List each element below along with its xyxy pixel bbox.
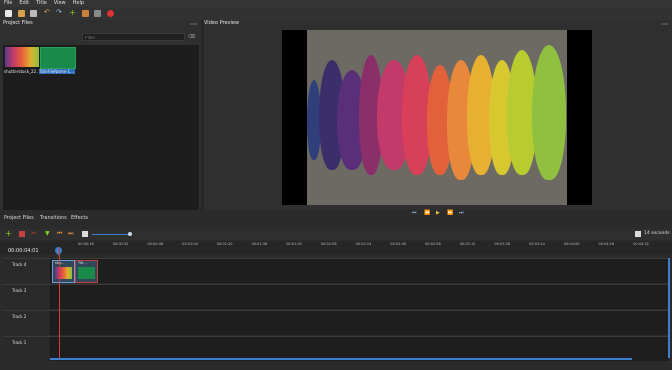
file-name-label[interactable]: shutterstock_22... [4, 69, 40, 74]
timeline-ruler[interactable]: 00:00:04:01 00:00:16 00:00:32 00:00:48 00:0… [0, 241, 672, 256]
ruler-tick-label: 00:02:56 [425, 242, 441, 246]
open-project-icon[interactable] [18, 10, 25, 17]
zoom-level-icon [635, 231, 641, 237]
menu-file[interactable]: File [4, 0, 12, 6]
file-thumbnail-title[interactable] [40, 47, 76, 69]
panel-float-icon[interactable]: ▭▭ [661, 21, 669, 26]
zoom-slider-handle[interactable] [128, 232, 132, 236]
bottom-tab-bar: Project Files Transitions Effects [0, 214, 200, 222]
panel-float-icon[interactable]: ▭▭ [190, 21, 198, 26]
ruler-tick-label: 00:03:44 [529, 242, 545, 246]
clip-thumbnail [55, 267, 72, 279]
jump-start-icon[interactable]: ⏮ [412, 210, 417, 216]
new-project-icon[interactable] [5, 10, 12, 17]
snap-icon[interactable]: ✂ [31, 231, 37, 237]
ruler-tick-label: 00:00:16 [78, 242, 94, 246]
timeline-toolbar: + ✂ ▼ ⏮ ⏭ 14 seconds [0, 229, 672, 240]
next-marker-icon[interactable]: ⏭ [68, 231, 74, 237]
profile-icon[interactable] [82, 10, 89, 17]
track-name-label: Track 1 [12, 340, 27, 345]
track-row: Track 2 [3, 310, 669, 335]
clip-thumbnail [78, 267, 95, 279]
menu-title[interactable]: Title [36, 0, 47, 6]
ruler-tick-label: 00:02:08 [320, 242, 337, 246]
fullscreen-icon[interactable] [94, 10, 101, 17]
track-name-label: Track 2 [12, 314, 27, 319]
menu-edit[interactable]: Edit [19, 0, 29, 6]
ruler-tick-label: 00:04:16 [598, 242, 615, 246]
rewind-icon[interactable]: ⏪ [424, 210, 430, 216]
menu-bar: File Edit Title View Help [0, 0, 672, 7]
export-video-icon[interactable] [107, 10, 114, 17]
track-header[interactable]: Track 3 [3, 285, 51, 309]
zoom-level-label: 14 seconds [644, 231, 670, 236]
track-header[interactable]: Track 2 [3, 311, 51, 335]
track-header[interactable]: Track 1 [3, 337, 51, 361]
track-name-label: Track 4 [12, 262, 27, 267]
play-icon[interactable]: ▶ [436, 210, 440, 216]
menu-help[interactable]: Help [73, 0, 84, 6]
ruler-tick-label: 00:01:04 [182, 242, 198, 246]
filter-input[interactable] [82, 33, 185, 41]
ruler-tick-label: 00:00:32 [112, 242, 129, 246]
menu-view[interactable]: View [54, 0, 66, 6]
main-toolbar: ↶ ↷ + [0, 7, 672, 21]
timeline-clip[interactable]: Titl... [75, 260, 98, 283]
add-marker-icon[interactable]: ▼ [45, 231, 51, 237]
ruler-tick-label: 00:01:36 [251, 242, 268, 246]
fast-forward-icon[interactable]: ⏩ [447, 210, 453, 216]
ruler-tick-label: 00:03:28 [494, 242, 511, 246]
timeline-horizontal-scrollbar[interactable] [50, 358, 632, 360]
ruler-tick-label: 00:04:32 [633, 242, 649, 246]
video-frame[interactable] [282, 30, 592, 205]
razor-icon[interactable] [19, 231, 25, 237]
clear-filter-icon[interactable]: ⌫ [188, 34, 195, 40]
preview-image [307, 30, 567, 205]
tab-project-files[interactable]: Project Files [4, 214, 34, 222]
track-header[interactable]: Track 4 [3, 259, 51, 283]
file-name-label-selected[interactable]: TitleFileName-1... [39, 69, 75, 74]
tab-transitions[interactable]: Transitions [40, 214, 67, 222]
jump-end-icon[interactable]: ⏭ [459, 210, 464, 216]
ruler-tick-label: 00:03:12 [459, 242, 476, 246]
add-track-icon[interactable]: + [5, 230, 12, 238]
clip-label: sho... [53, 261, 74, 266]
file-thumbnail-image[interactable] [5, 47, 39, 67]
save-project-icon[interactable] [30, 10, 37, 17]
ruler-tick-label: 00:01:20 [216, 242, 233, 246]
tab-effects[interactable]: Effects [71, 214, 88, 222]
video-preview-panel: Video Preview ▭▭ [204, 20, 672, 210]
playhead-line[interactable] [59, 248, 60, 360]
redo-icon[interactable]: ↷ [56, 9, 63, 16]
track-row: Track 3 [3, 284, 669, 309]
ruler-tick-label: 00:01:52 [286, 242, 302, 246]
timecode-display: 00:00:04:01 [8, 248, 39, 254]
project-files-panel: Project Files ▭▭ Show AllVideoAudioImage… [0, 20, 201, 210]
timeline-vertical-scrollbar[interactable] [668, 258, 670, 358]
timeline-clip[interactable]: sho... [52, 260, 75, 283]
video-preview-title: Video Preview [204, 20, 240, 26]
track-row: Track 4 sho... Titl... [3, 258, 669, 283]
file-list: shutterstock_22... TitleFileName-1... [3, 45, 199, 210]
ruler-tick-label: 00:02:24 [355, 242, 372, 246]
ruler-tick-label: 00:00:48 [147, 242, 164, 246]
zoom-checkbox[interactable] [82, 231, 88, 237]
undo-icon[interactable]: ↶ [44, 9, 51, 16]
track-name-label: Track 3 [12, 288, 27, 293]
ruler-tick-label: 00:04:00 [563, 242, 580, 246]
previous-marker-icon[interactable]: ⏮ [57, 231, 63, 237]
import-files-icon[interactable]: + [69, 9, 76, 17]
clip-label: Titl... [78, 261, 87, 265]
ruler-tick-label: 00:02:40 [390, 242, 407, 246]
project-files-title: Project Files [3, 20, 33, 26]
zoom-slider[interactable] [92, 234, 132, 235]
